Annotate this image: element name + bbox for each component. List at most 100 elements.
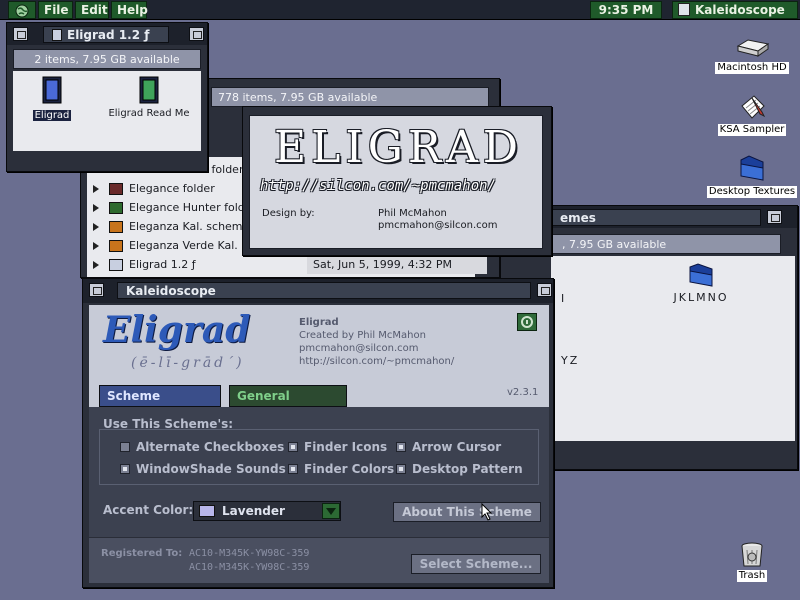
tab-scheme-settings[interactable]: Scheme Settings [99, 385, 221, 423]
tab-general-options[interactable]: General Options [229, 385, 347, 423]
collapse-box-icon[interactable] [767, 210, 782, 224]
partial-icon-label: YZ [561, 354, 580, 367]
collapse-box-icon[interactable] [189, 27, 204, 41]
icon-eligrad-readme[interactable]: Eligrad Read Me [105, 75, 193, 119]
registered-label: Registered To: [101, 548, 183, 559]
checkbox-label: WindowShade Sounds [136, 462, 286, 476]
list-item-name: Elegance folder [129, 182, 215, 195]
window-title: emes [551, 209, 761, 226]
registration-code: AC10-M345K-YW98C-359 [189, 548, 310, 559]
menu-bar: File Edit Help 9:35 PM Kaleidoscope [0, 0, 800, 20]
checkbox-desktop-pattern[interactable]: Desktop Pattern [396, 462, 523, 476]
checkbox-box[interactable] [396, 442, 406, 452]
desktop-icon-desktop-textures[interactable]: Desktop Textures [706, 154, 798, 198]
registration-code: AC10-M345K-YW98C-359 [189, 562, 310, 573]
splash-panel: ELIGRAD http://silcon.com/~pmcmahon/ Des… [249, 115, 543, 249]
blue-folder-icon [689, 263, 713, 287]
eligrad-window-info: 2 items, 7.95 GB available [13, 49, 201, 69]
checkbox-label: Alternate Checkboxes [136, 440, 285, 454]
desktop-icon-label: Trash [736, 570, 768, 582]
list-item-name: Eligrad 1.2 ƒ [129, 258, 196, 271]
list-item-name: Elegance Hunter folder [129, 201, 257, 214]
readme-document-icon [139, 76, 159, 104]
chevron-down-icon[interactable] [322, 503, 340, 519]
designer-email: pmcmahon@silcon.com [378, 220, 498, 231]
checkbox-alternate-checkboxes[interactable]: Alternate Checkboxes [120, 440, 284, 454]
disclosure-triangle-icon[interactable] [93, 204, 99, 212]
desktop-icon-trash[interactable]: Trash [728, 540, 776, 582]
partial-icon-label: I [561, 292, 565, 305]
collapse-box-icon[interactable] [537, 283, 552, 297]
checkbox-arrow-cursor[interactable]: Arrow Cursor [396, 440, 501, 454]
scheme-name: Eligrad [299, 317, 339, 328]
checkbox-label: Finder Icons [304, 440, 388, 454]
mouse-cursor-icon [481, 503, 493, 521]
menu-edit[interactable]: Edit [75, 1, 109, 19]
scheme-file-icon [109, 240, 123, 252]
scheme-url: http://silcon.com/~pmcmahon/ [299, 356, 455, 367]
apple-menu-icon[interactable] [8, 1, 36, 19]
menu-file[interactable]: File [38, 1, 73, 19]
folder-jklmno[interactable]: JKLMNO [661, 262, 741, 304]
design-by-label: Design by: [262, 208, 315, 219]
blue-folder-icon [740, 155, 764, 181]
about-scheme-button[interactable]: About This Scheme [393, 502, 541, 522]
desktop-icon-ksa-sampler[interactable]: KSA Sampler [712, 92, 792, 136]
disclosure-triangle-icon[interactable] [93, 242, 99, 250]
window-titlebar: Eligrad 1.2 ƒ [7, 23, 207, 45]
folder-icon [52, 29, 62, 41]
icon-label-eligrad: Eligrad [32, 110, 72, 121]
scheme-pronunciation: (ē-lī-grād´) [131, 355, 245, 371]
menubar-clock[interactable]: 9:35 PM [590, 1, 662, 19]
folder-label: JKLMNO [673, 291, 729, 304]
checkbox-box[interactable] [396, 464, 406, 474]
icon-eligrad[interactable]: Eligrad [27, 75, 77, 121]
hard-disk-icon [736, 39, 770, 57]
right-window-content: I JKLMNO YZ [551, 256, 795, 441]
checkbox-finder-icons[interactable]: Finder Icons [288, 440, 387, 454]
close-box-icon[interactable] [13, 27, 28, 41]
scheme-version: v2.3.1 [507, 387, 539, 398]
disclosure-triangle-icon[interactable] [93, 261, 99, 269]
scheme-email: pmcmahon@silcon.com [299, 343, 419, 354]
application-menu[interactable]: Kaleidoscope [672, 1, 798, 19]
window-title-text: Eligrad 1.2 ƒ [67, 28, 150, 42]
eligrad-splash-window: ELIGRAD http://silcon.com/~pmcmahon/ Des… [242, 106, 552, 256]
application-name: Kaleidoscope [695, 3, 785, 17]
desktop-icon-macintosh-hd[interactable]: Macintosh HD [712, 38, 792, 74]
folder-icon [109, 259, 123, 271]
checkbox-box[interactable] [288, 442, 298, 452]
checkbox-windowshade-sounds[interactable]: WindowShade Sounds [120, 462, 286, 476]
list-item[interactable]: Eligrad 1.2 ƒ Sat, Jun 5, 1999, 4:32 PM [87, 256, 487, 275]
info-icon[interactable] [517, 313, 537, 331]
menu-help[interactable]: Help [111, 1, 148, 19]
checkbox-box[interactable] [120, 464, 130, 474]
icon-label-readme: Eligrad Read Me [108, 108, 190, 119]
settings-panel: Use This Scheme's: Alternate Checkboxes … [89, 407, 549, 583]
close-box-icon[interactable] [89, 283, 104, 297]
scheme-logo: Eligrad [103, 309, 251, 351]
application-icon [42, 76, 62, 104]
folder-icon [109, 202, 123, 214]
list-window-info: 778 items, 7.95 GB available [211, 87, 489, 107]
checkbox-box[interactable] [288, 464, 298, 474]
disclosure-triangle-icon[interactable] [93, 223, 99, 231]
scheme-author: Created by Phil McMahon [299, 330, 426, 341]
disclosure-triangle-icon[interactable] [93, 185, 99, 193]
checkbox-label: Arrow Cursor [412, 440, 502, 454]
splash-logo: ELIGRAD [274, 122, 524, 173]
window-title: Kaleidoscope [117, 282, 531, 299]
accent-color-select[interactable]: Lavender [193, 501, 341, 521]
checkbox-finder-colors[interactable]: Finder Colors [288, 462, 394, 476]
registration-area: Registered To: AC10-M345K-YW98C-359 AC10… [89, 537, 549, 583]
list-item-date: Sat, Jun 5, 1999, 4:32 PM [307, 256, 487, 274]
folder-icon [109, 183, 123, 195]
eligrad-window-content: Eligrad Eligrad Read Me [13, 71, 201, 151]
desktop-icon-label: Desktop Textures [706, 186, 798, 198]
document-pencil-icon [741, 95, 766, 119]
checkbox-box[interactable] [120, 442, 130, 452]
accent-color-value: Lavender [222, 504, 285, 518]
window-title: Eligrad 1.2 ƒ [43, 26, 169, 43]
select-scheme-button[interactable]: Select Scheme... [411, 554, 541, 574]
checkbox-label: Desktop Pattern [412, 462, 523, 476]
